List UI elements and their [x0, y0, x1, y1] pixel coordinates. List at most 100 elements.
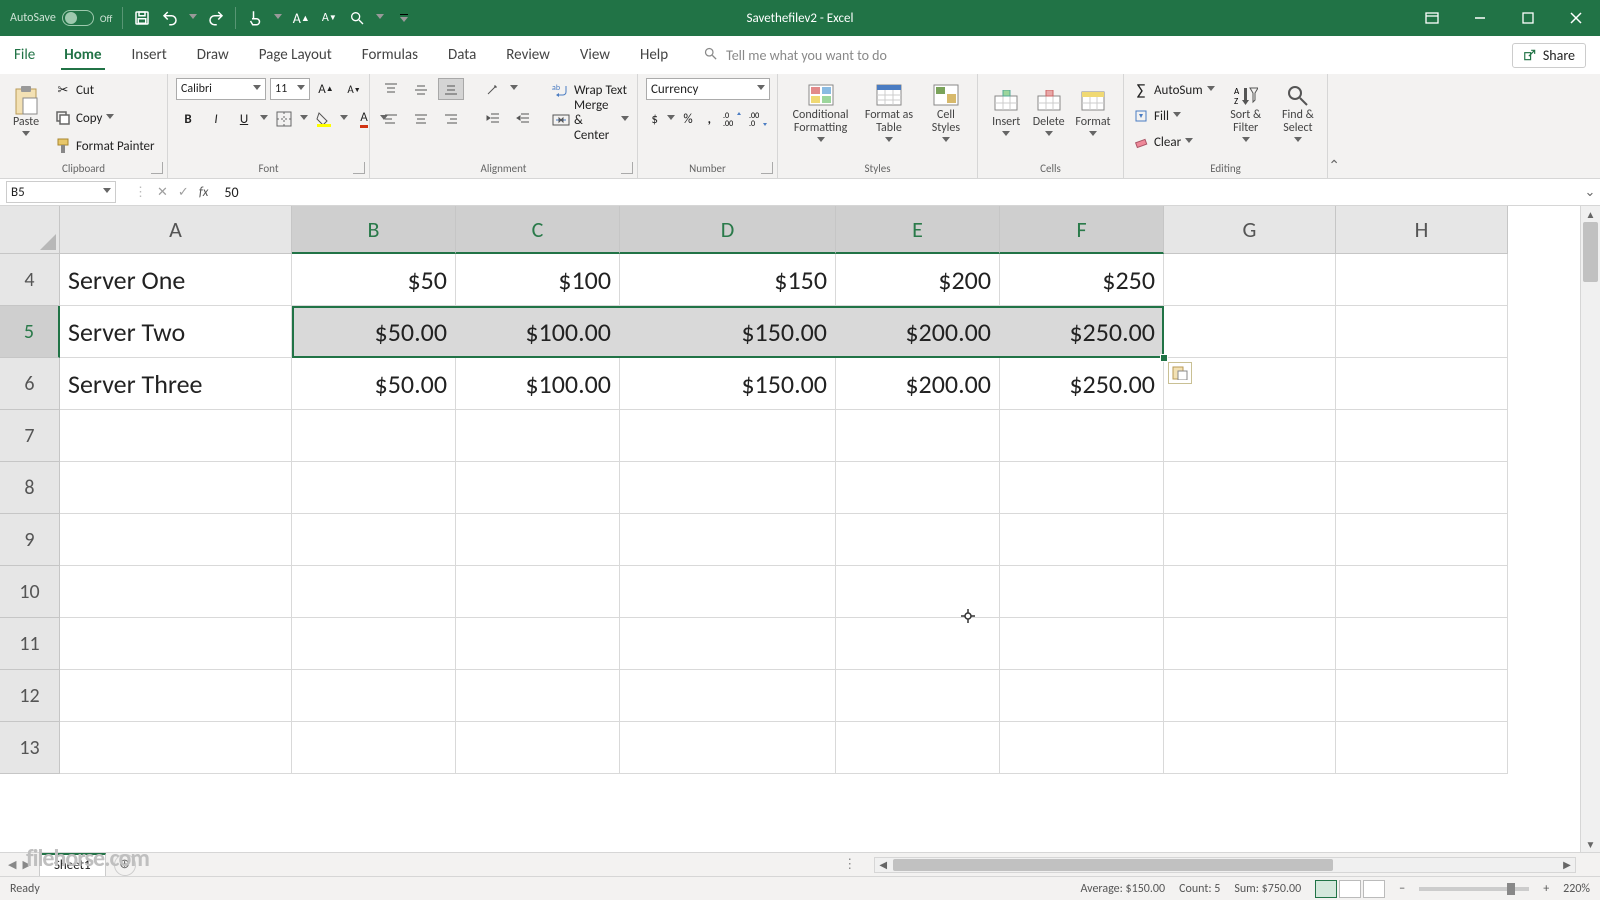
cell[interactable]: $100.00 — [456, 306, 620, 358]
paste-button[interactable]: Paste — [8, 78, 44, 150]
row-header[interactable]: 8 — [0, 462, 60, 514]
collapse-ribbon-icon[interactable]: ⌃ — [1328, 157, 1340, 174]
cell[interactable] — [1336, 358, 1508, 410]
cell[interactable] — [1336, 254, 1508, 306]
cell[interactable] — [1164, 618, 1336, 670]
touch-dropdown[interactable] — [274, 14, 282, 22]
touch-mode-icon[interactable] — [246, 9, 264, 27]
expand-formula-bar-icon[interactable]: ⌄ — [1580, 185, 1600, 200]
row-header[interactable]: 6 — [0, 358, 60, 410]
cell[interactable]: $50.00 — [292, 358, 456, 410]
format-cells-button[interactable]: Format — [1071, 78, 1115, 150]
cell[interactable] — [1164, 566, 1336, 618]
fill-button[interactable]: Fill — [1132, 104, 1215, 128]
column-header[interactable]: F — [1000, 206, 1164, 254]
format-as-table-button[interactable]: Format as Table — [859, 78, 919, 150]
share-button[interactable]: Share — [1512, 43, 1586, 68]
cell[interactable]: $250.00 — [1000, 358, 1164, 410]
cell[interactable] — [620, 670, 836, 722]
zoom-in-icon[interactable]: + — [1543, 882, 1549, 896]
save-icon[interactable] — [133, 9, 151, 27]
sheet-tab-active[interactable]: Sheet1 — [39, 853, 106, 877]
tab-draw[interactable]: Draw — [182, 36, 244, 74]
fill-color-button[interactable] — [312, 108, 336, 130]
comma-icon[interactable]: , — [701, 108, 718, 130]
orientation-icon[interactable] — [480, 78, 506, 100]
cell[interactable] — [292, 618, 456, 670]
align-middle-icon[interactable] — [408, 78, 434, 100]
cell[interactable] — [1000, 618, 1164, 670]
cell[interactable] — [1164, 410, 1336, 462]
fx-icon[interactable]: fx — [199, 185, 209, 200]
align-center-icon[interactable] — [408, 108, 434, 130]
tab-insert[interactable]: Insert — [117, 36, 182, 74]
cell[interactable] — [836, 514, 1000, 566]
scroll-right-icon[interactable]: ▶ — [1559, 858, 1575, 872]
cell[interactable] — [1164, 306, 1336, 358]
align-bottom-icon[interactable] — [438, 78, 464, 100]
increase-decimal-icon[interactable]: .0.00 — [722, 108, 744, 130]
cell[interactable] — [60, 670, 292, 722]
align-right-icon[interactable] — [438, 108, 464, 130]
cell[interactable] — [292, 670, 456, 722]
cell[interactable]: $50.00 — [292, 306, 456, 358]
tab-data[interactable]: Data — [433, 36, 491, 74]
conditional-formatting-button[interactable]: Conditional Formatting — [786, 78, 855, 150]
merge-center-button[interactable]: Merge & Center — [552, 108, 629, 132]
spreadsheet-grid[interactable]: ABCDEFGH 4Server One$50$100$150$200$2505… — [0, 206, 1600, 852]
font-size-select[interactable]: 11 — [270, 78, 310, 100]
cell[interactable]: $100 — [456, 254, 620, 306]
format-painter-button[interactable]: Format Painter — [54, 134, 155, 158]
tab-home[interactable]: Home — [49, 36, 116, 74]
tab-split-handle[interactable]: ⋮ — [835, 857, 864, 872]
italic-button[interactable]: I — [204, 108, 228, 130]
cell[interactable] — [60, 618, 292, 670]
cell[interactable] — [456, 722, 620, 774]
cell[interactable] — [1000, 462, 1164, 514]
tab-help[interactable]: Help — [625, 36, 683, 74]
new-sheet-button[interactable]: ⊕ — [114, 854, 136, 876]
cell[interactable]: $100.00 — [456, 358, 620, 410]
cell[interactable] — [1164, 462, 1336, 514]
cell-styles-button[interactable]: Cell Styles — [923, 78, 969, 150]
cell[interactable] — [292, 410, 456, 462]
cell[interactable] — [620, 514, 836, 566]
cell[interactable] — [456, 462, 620, 514]
increase-font-icon[interactable]: A▲ — [292, 9, 310, 27]
cell[interactable] — [1336, 410, 1508, 462]
dialog-launcher-icon[interactable] — [151, 162, 163, 174]
minimize-icon[interactable] — [1456, 0, 1504, 36]
copy-button[interactable]: Copy — [54, 106, 155, 130]
cell[interactable]: $150.00 — [620, 306, 836, 358]
cell[interactable] — [292, 566, 456, 618]
ribbon-display-icon[interactable] — [1408, 0, 1456, 36]
tab-page-layout[interactable]: Page Layout — [244, 36, 347, 74]
cell[interactable] — [620, 722, 836, 774]
row-header[interactable]: 12 — [0, 670, 60, 722]
underline-button[interactable]: U — [232, 108, 256, 130]
tell-me-search[interactable]: Tell me what you want to do — [703, 46, 887, 65]
scroll-down-icon[interactable]: ▼ — [1581, 836, 1600, 852]
column-header[interactable]: A — [60, 206, 292, 254]
percent-icon[interactable]: % — [679, 108, 696, 130]
cell[interactable] — [292, 462, 456, 514]
row-header[interactable]: 5 — [0, 306, 60, 358]
cell[interactable] — [620, 566, 836, 618]
dialog-launcher-icon[interactable] — [761, 162, 773, 174]
column-header[interactable]: E — [836, 206, 1000, 254]
cell[interactable] — [1336, 566, 1508, 618]
sheet-nav[interactable]: ◀▶ — [0, 858, 39, 871]
cell[interactable] — [836, 462, 1000, 514]
maximize-icon[interactable] — [1504, 0, 1552, 36]
cell[interactable] — [1336, 670, 1508, 722]
cell[interactable]: Server Three — [60, 358, 292, 410]
select-all-corner[interactable] — [0, 206, 60, 254]
font-name-select[interactable]: Calibri — [176, 78, 266, 100]
cell[interactable]: $200.00 — [836, 306, 1000, 358]
formula-input[interactable]: 50 — [224, 184, 1580, 201]
cell[interactable]: $200 — [836, 254, 1000, 306]
cell[interactable] — [1336, 618, 1508, 670]
row-header[interactable]: 10 — [0, 566, 60, 618]
cell[interactable] — [60, 722, 292, 774]
row-header[interactable]: 4 — [0, 254, 60, 306]
